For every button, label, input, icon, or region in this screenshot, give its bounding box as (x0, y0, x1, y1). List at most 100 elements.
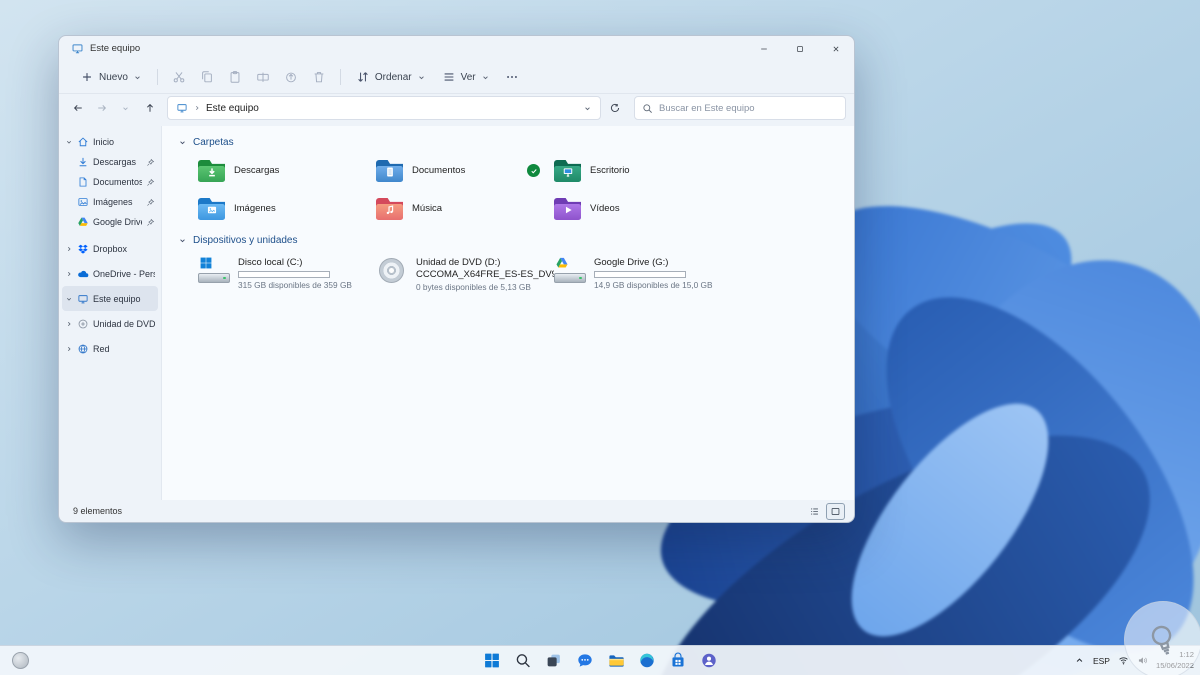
document-icon (77, 176, 89, 188)
pin-icon (146, 198, 155, 207)
folder-tile-escritorio[interactable]: Escritorio (554, 157, 732, 184)
more-options-button[interactable] (499, 64, 525, 90)
folder-tile-videos[interactable]: Vídeos (554, 195, 732, 222)
maximize-button[interactable] (782, 36, 818, 61)
file-explorer-button[interactable] (603, 648, 629, 674)
thumbnails-view-icon (830, 506, 841, 517)
section-header-dispositivos[interactable]: Dispositivos y unidades (178, 230, 854, 250)
close-button[interactable] (818, 36, 854, 61)
window-title: Este equipo (90, 43, 141, 54)
store-icon (671, 652, 684, 667)
sidebar-item-red[interactable]: Red (62, 336, 158, 361)
sidebar-item-google-drive[interactable]: Google Drive (G:) (62, 212, 158, 232)
minimize-button[interactable] (746, 36, 782, 61)
folder-tile-musica[interactable]: Música (376, 195, 554, 222)
chevron-right-icon[interactable] (65, 320, 73, 328)
section-header-carpetas[interactable]: Carpetas (178, 132, 854, 152)
folder-purple-play-icon (554, 197, 581, 220)
refresh-button[interactable] (604, 98, 625, 119)
sidebar-item-imagenes[interactable]: Imágenes (62, 192, 158, 212)
maximize-icon (795, 44, 805, 54)
search-icon (642, 103, 653, 114)
view-toggle-group (805, 502, 845, 520)
chevron-down-icon[interactable] (65, 138, 73, 146)
task-view-button[interactable] (541, 648, 567, 674)
sidebar-item-dropbox[interactable]: Dropbox (62, 236, 158, 261)
folder-tile-descargas[interactable]: Descargas (198, 157, 376, 184)
drive-tile-google-drive[interactable]: Google Drive (G:) 14,9 GB disponibles de… (554, 256, 732, 292)
view-button[interactable]: Ver (435, 64, 497, 90)
devices-grid: Disco local (C:) 315 GB disponibles de 3… (198, 256, 854, 292)
taskbar-center-icons (479, 646, 722, 675)
chevron-down-icon (178, 138, 187, 147)
chevron-down-icon[interactable] (65, 295, 73, 303)
toolbar-separator (156, 69, 158, 85)
disc-icon (77, 318, 89, 330)
store-button[interactable] (665, 648, 691, 674)
chevron-down-icon[interactable] (583, 104, 592, 113)
chevron-right-icon[interactable] (65, 245, 73, 253)
paste-button[interactable] (222, 64, 248, 90)
chevron-right-icon[interactable] (65, 345, 73, 353)
rename-button[interactable] (250, 64, 276, 90)
view-button-label: Ver (460, 71, 476, 83)
back-button[interactable] (67, 98, 88, 119)
folder-blue-picture-icon (198, 197, 225, 220)
taskbar-search-button[interactable] (510, 648, 536, 674)
recent-locations-button[interactable] (115, 98, 136, 119)
sidebar-item-onedrive[interactable]: OneDrive - Personal (62, 261, 158, 286)
up-button[interactable] (139, 98, 160, 119)
details-view-button[interactable] (805, 503, 824, 520)
delete-button[interactable] (306, 64, 332, 90)
chevron-down-icon (121, 104, 130, 113)
sidebar-item-documentos[interactable]: Documentos (62, 172, 158, 192)
chevron-right-icon[interactable] (65, 270, 73, 278)
language-indicator[interactable]: ESP (1093, 656, 1110, 666)
task-view-icon (547, 654, 560, 667)
sidebar-item-este-equipo[interactable]: Este equipo (62, 286, 158, 311)
chevron-down-icon (178, 236, 187, 245)
share-button[interactable] (278, 64, 304, 90)
drive-tile-c[interactable]: Disco local (C:) 315 GB disponibles de 3… (198, 256, 376, 292)
onedrive-cloud-icon (77, 268, 89, 280)
large-icons-view-button[interactable] (826, 502, 845, 520)
breadcrumb[interactable]: Este equipo (206, 103, 578, 114)
close-icon (831, 44, 841, 54)
copy-button[interactable] (194, 64, 220, 90)
sort-button[interactable]: Ordenar (349, 64, 433, 90)
network-icon (77, 343, 89, 355)
search-input[interactable] (659, 102, 838, 114)
taskbar: ESP 1:12 15/06/2022 (0, 645, 1200, 675)
teams-button[interactable] (696, 648, 722, 674)
chat-button[interactable] (572, 648, 598, 674)
address-row: Este equipo (59, 94, 854, 126)
folder-green-download-icon (198, 159, 225, 182)
window-body: Inicio Descargas Documentos Imágenes Goo… (59, 126, 854, 500)
chat-icon (577, 654, 592, 667)
teams-icon (701, 653, 716, 668)
edge-button[interactable] (634, 648, 660, 674)
chevron-up-icon[interactable] (1074, 655, 1085, 666)
sidebar-item-dvd[interactable]: Unidad de DVD (D:) (62, 311, 158, 336)
forward-button[interactable] (91, 98, 112, 119)
folder-tile-imagenes[interactable]: Imágenes (198, 195, 376, 222)
picture-icon (77, 196, 89, 208)
sidebar-item-inicio[interactable]: Inicio (62, 132, 158, 152)
drive-tile-dvd[interactable]: Unidad de DVD (D:) CCCOMA_X64FRE_ES-ES_D… (376, 256, 554, 292)
new-button[interactable]: Nuevo (73, 64, 149, 90)
capacity-bar (594, 271, 686, 279)
cut-button[interactable] (166, 64, 192, 90)
sidebar-item-descargas[interactable]: Descargas (62, 152, 158, 172)
title-bar[interactable]: Este equipo (59, 36, 854, 61)
pc-icon (176, 102, 188, 114)
start-button[interactable] (479, 648, 505, 674)
folder-tile-documentos[interactable]: Documentos (376, 157, 554, 184)
address-bar[interactable]: Este equipo (167, 96, 601, 120)
windows-flag-icon (199, 256, 213, 270)
plus-icon (80, 70, 94, 84)
ellipsis-icon (505, 70, 519, 84)
share-icon (284, 70, 298, 84)
status-bar: 9 elementos (59, 500, 854, 522)
new-button-label: Nuevo (99, 71, 128, 83)
taskbar-corner-logo[interactable] (12, 652, 29, 669)
